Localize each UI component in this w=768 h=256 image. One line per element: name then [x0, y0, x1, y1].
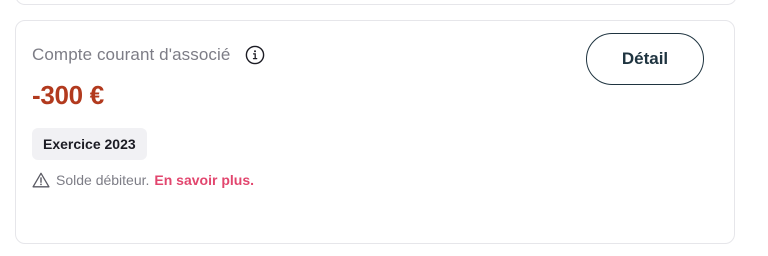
account-label: Compte courant d'associé — [32, 45, 231, 64]
account-amount: -300 € — [32, 80, 104, 110]
warning-row: Solde débiteur. En savoir plus. — [32, 172, 254, 188]
account-label-row: Compte courant d'associé — [32, 45, 265, 65]
fiscal-year-badge: Exercice 2023 — [32, 128, 147, 160]
warning-triangle-icon — [32, 172, 50, 188]
previous-card-edge — [15, 0, 737, 5]
detail-button[interactable]: Détail — [586, 33, 704, 85]
warning-text: Solde débiteur. — [56, 172, 150, 188]
learn-more-link[interactable]: En savoir plus. — [154, 172, 254, 188]
info-icon[interactable] — [245, 45, 265, 65]
